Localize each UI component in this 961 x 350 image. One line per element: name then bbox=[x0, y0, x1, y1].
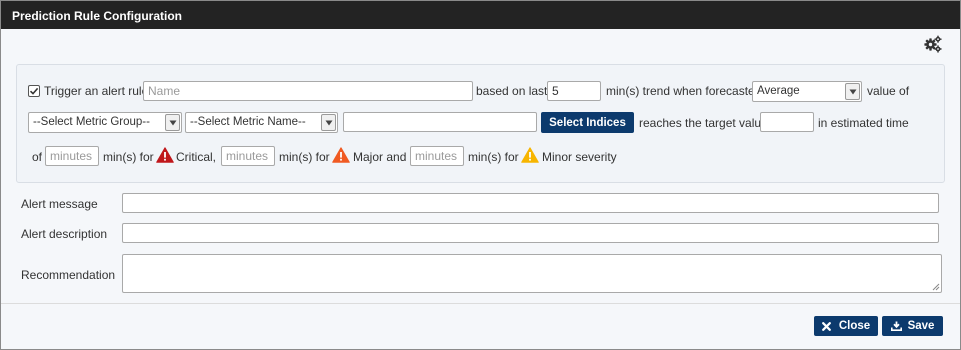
select-indices-button[interactable]: Select Indices bbox=[541, 112, 634, 133]
indices-input[interactable] bbox=[343, 112, 537, 132]
alert-message-input[interactable] bbox=[122, 193, 939, 213]
metric-name-select[interactable]: --Select Metric Name-- bbox=[185, 112, 338, 133]
critical-label: Critical, bbox=[176, 150, 217, 164]
metric-group-value: --Select Metric Group-- bbox=[33, 116, 150, 128]
prediction-rule-dialog: Prediction Rule Configuration Trigger an bbox=[0, 0, 961, 350]
resize-handle-icon[interactable] bbox=[932, 283, 940, 291]
close-button[interactable]: Close bbox=[814, 316, 878, 336]
recommendation-textarea[interactable] bbox=[122, 254, 942, 293]
minor-minutes-input[interactable] bbox=[410, 146, 464, 166]
major-prefix-label: min(s) for bbox=[279, 150, 330, 164]
dialog-title: Prediction Rule Configuration bbox=[1, 1, 960, 29]
aggregation-value: Average bbox=[757, 85, 800, 97]
chevron-down-icon bbox=[845, 83, 860, 100]
minutes-input[interactable] bbox=[547, 81, 601, 101]
close-button-label: Close bbox=[838, 320, 871, 332]
checkmark-icon bbox=[29, 87, 39, 95]
warning-triangle-red-icon bbox=[156, 147, 174, 163]
major-minutes-input[interactable] bbox=[221, 146, 275, 166]
based-on-label: based on last bbox=[476, 84, 548, 98]
metric-group-select[interactable]: --Select Metric Group-- bbox=[28, 112, 182, 133]
alert-message-label: Alert message bbox=[21, 197, 98, 211]
minor-prefix-label: min(s) for bbox=[468, 150, 519, 164]
trigger-label: Trigger an alert rule bbox=[44, 84, 149, 98]
rule-name-input[interactable] bbox=[143, 81, 473, 101]
warning-triangle-orange-icon bbox=[332, 147, 350, 163]
rule-definition-panel: Trigger an alert rule based on last min(… bbox=[16, 64, 945, 183]
trend-label: min(s) trend when forecasted bbox=[606, 84, 762, 98]
reaches-label: reaches the target value bbox=[639, 116, 768, 130]
save-button[interactable]: Save bbox=[882, 316, 943, 336]
chevron-down-icon bbox=[165, 114, 180, 131]
alert-description-label: Alert description bbox=[21, 227, 108, 241]
metric-name-value: --Select Metric Name-- bbox=[190, 116, 306, 128]
of-label: of bbox=[32, 150, 43, 164]
major-label: Major and bbox=[353, 150, 407, 164]
value-of-label: value of bbox=[867, 84, 910, 98]
critical-prefix-label: min(s) for bbox=[103, 150, 154, 164]
alert-description-input[interactable] bbox=[122, 223, 939, 243]
aggregation-select[interactable]: Average bbox=[752, 81, 862, 102]
critical-minutes-input[interactable] bbox=[45, 146, 99, 166]
trigger-checkbox[interactable] bbox=[28, 85, 40, 97]
close-icon bbox=[821, 321, 831, 331]
minor-label: Minor severity bbox=[542, 150, 617, 164]
save-button-label: Save bbox=[907, 320, 935, 332]
chevron-down-icon bbox=[321, 114, 336, 131]
download-icon bbox=[890, 321, 902, 331]
target-value-input[interactable] bbox=[760, 112, 814, 132]
estimated-time-label: in estimated time bbox=[818, 116, 909, 130]
footer-divider bbox=[1, 303, 960, 304]
recommendation-label: Recommendation bbox=[21, 268, 116, 282]
warning-triangle-yellow-icon bbox=[521, 147, 539, 163]
gears-icon[interactable] bbox=[923, 34, 943, 54]
